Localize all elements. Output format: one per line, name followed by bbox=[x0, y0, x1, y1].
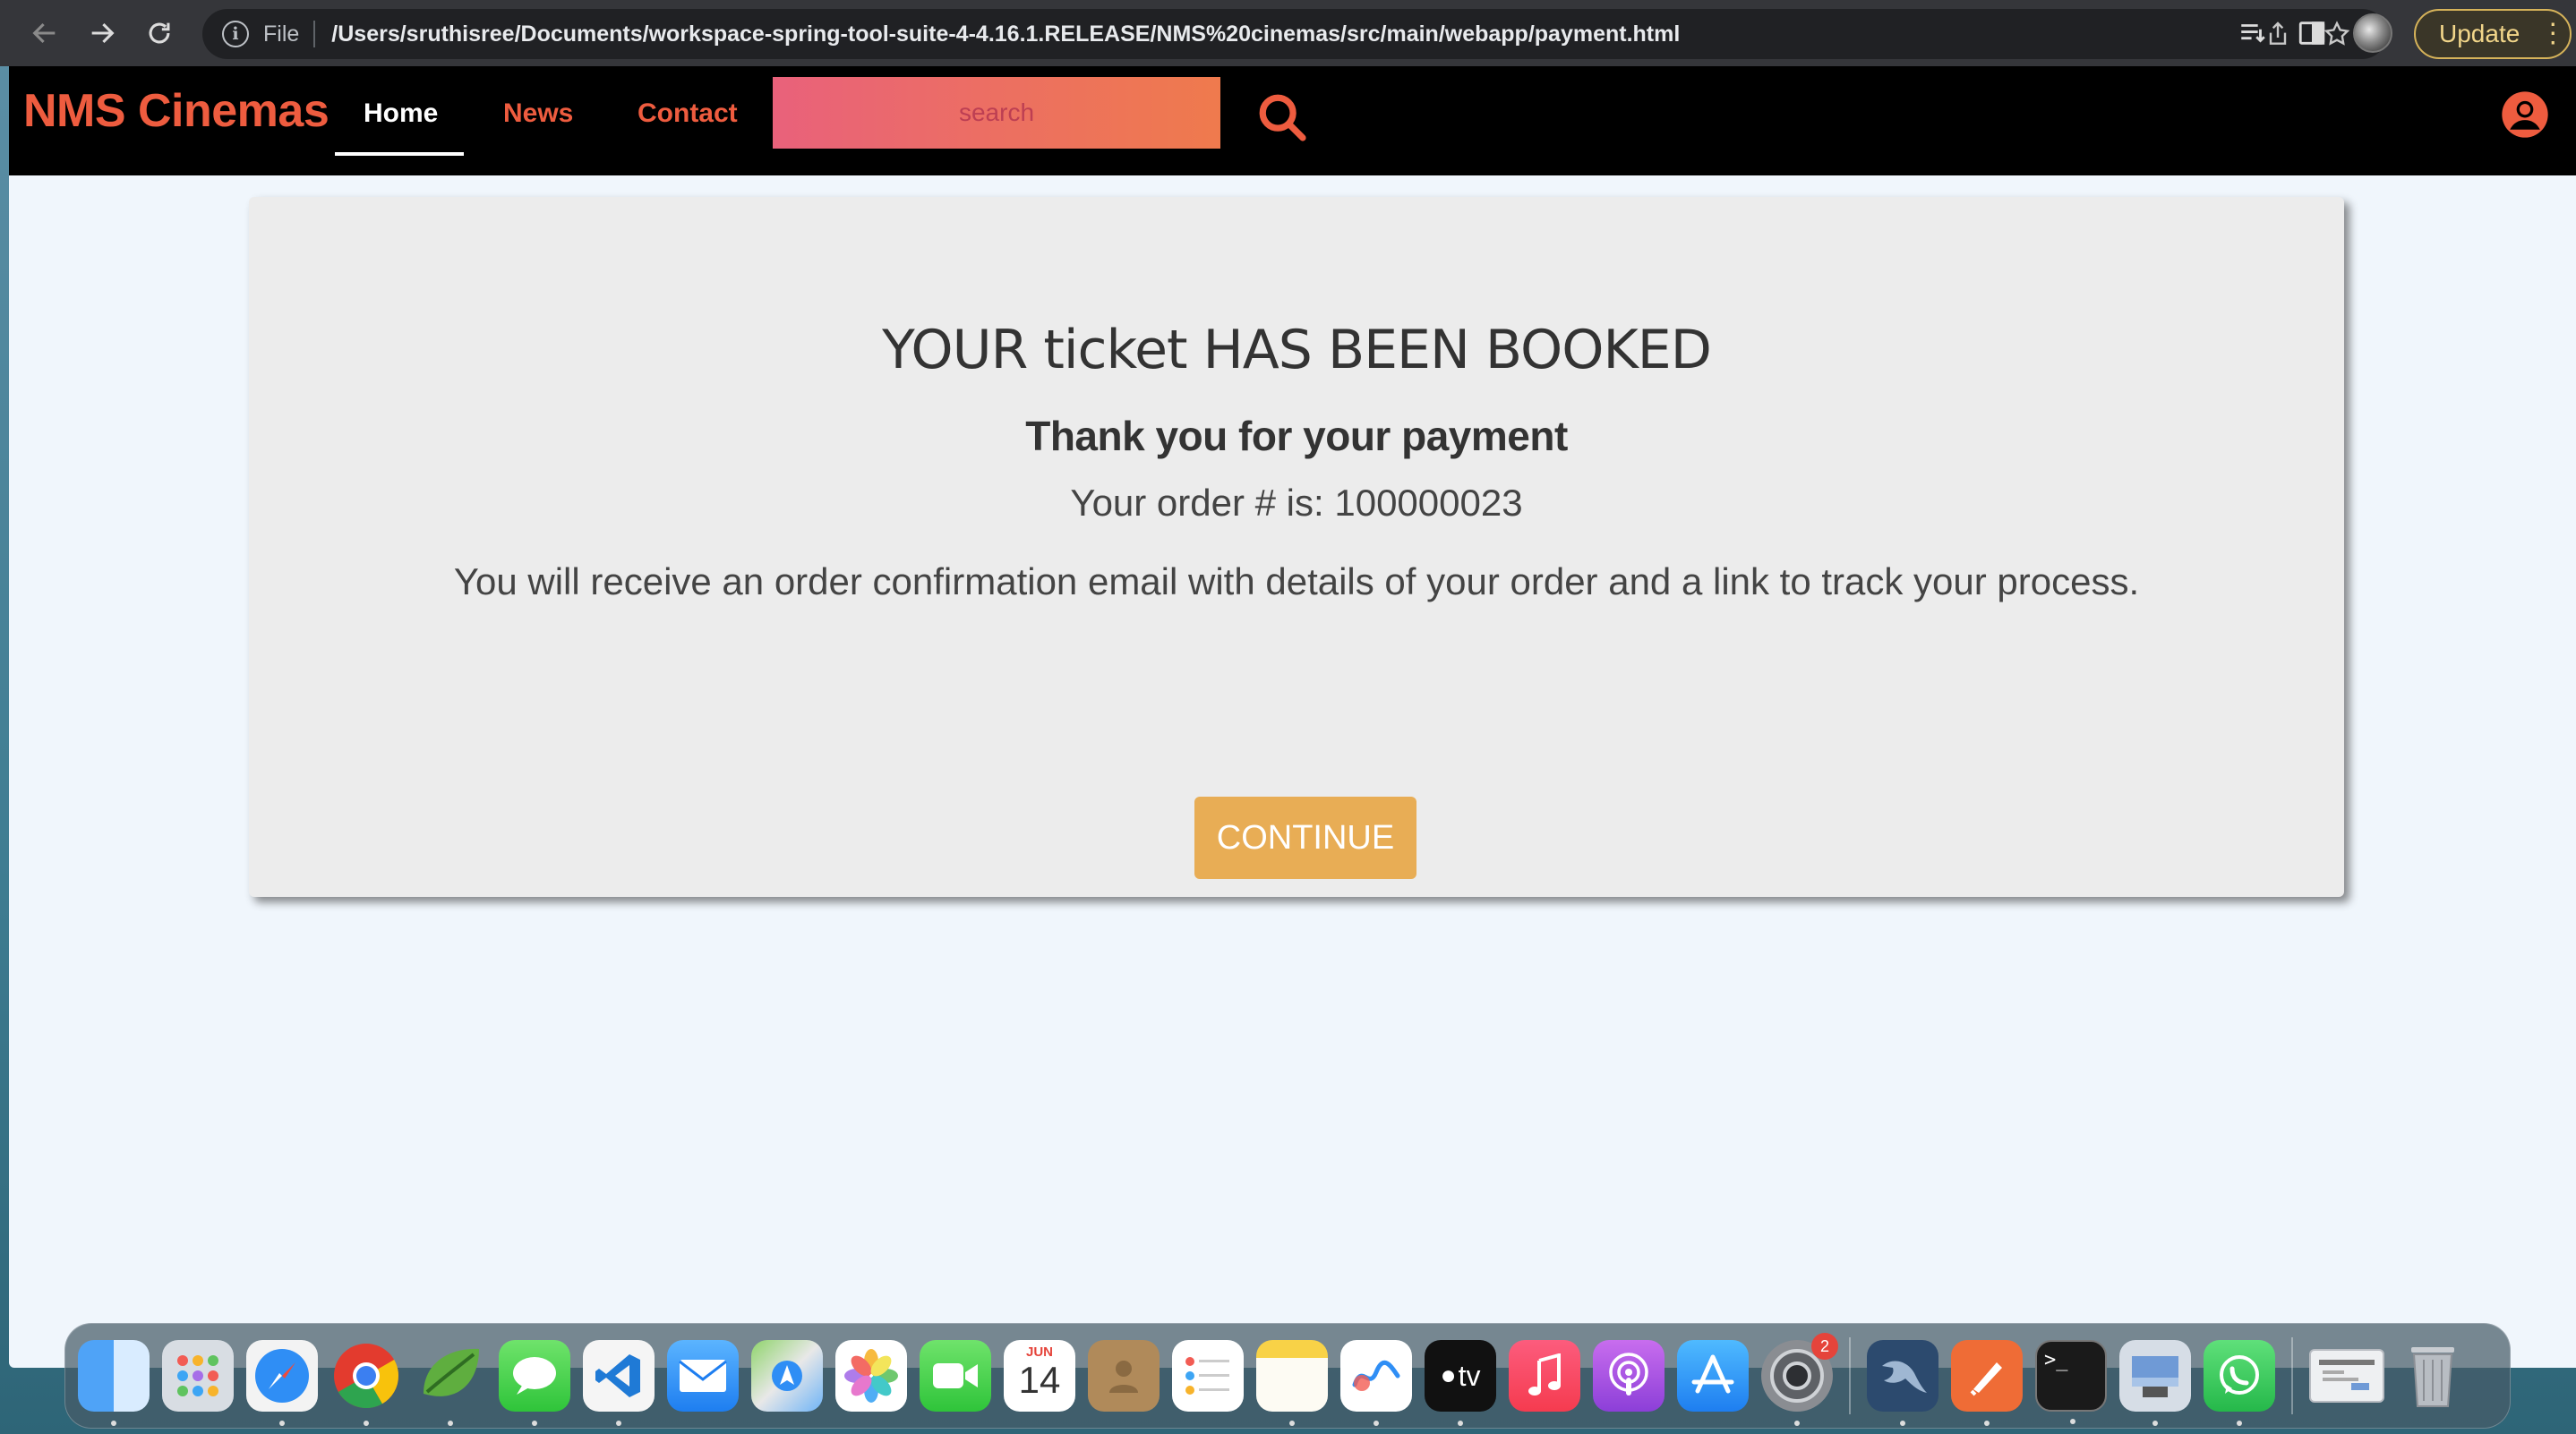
reload-icon bbox=[149, 22, 170, 44]
nav-link-news[interactable]: News bbox=[503, 98, 573, 129]
reading-list-icon[interactable] bbox=[2235, 15, 2271, 51]
site-navbar: NMS Cinemas Home News Contact bbox=[9, 66, 2576, 175]
messages-icon[interactable] bbox=[499, 1340, 570, 1426]
arrow-right-icon bbox=[91, 22, 115, 44]
photos-icon[interactable] bbox=[835, 1340, 907, 1412]
mail-icon[interactable] bbox=[667, 1340, 739, 1412]
prompt-glyph-icon: >_ bbox=[2044, 1349, 2068, 1371]
url-text[interactable]: /Users/sruthisree/Documents/workspace-sp… bbox=[331, 21, 1680, 47]
order-number: Your order # is: 100000023 bbox=[1070, 482, 1523, 524]
nav-link-home[interactable]: Home bbox=[364, 98, 438, 129]
reminders-icon[interactable] bbox=[1172, 1340, 1244, 1412]
preview-icon[interactable] bbox=[2119, 1340, 2191, 1426]
app-store-icon[interactable] bbox=[1677, 1340, 1749, 1412]
launchpad-icon[interactable] bbox=[162, 1340, 234, 1412]
safari-icon[interactable] bbox=[246, 1340, 318, 1426]
facetime-icon[interactable] bbox=[920, 1340, 991, 1412]
postman-icon[interactable] bbox=[1951, 1340, 2023, 1426]
calendar-icon[interactable]: JUN 14 bbox=[1004, 1340, 1075, 1412]
spring-tool-suite-icon[interactable] bbox=[415, 1340, 486, 1426]
dock-divider bbox=[1849, 1337, 1851, 1414]
update-button[interactable]: Update ⋮ bbox=[2414, 9, 2572, 59]
forward-button[interactable] bbox=[75, 6, 129, 60]
confirmation-title: YOUR ticket HAS BEEN BOOKED bbox=[882, 319, 1712, 381]
toolbar-extensions bbox=[2235, 7, 2392, 59]
screenshot-thumbnail-icon[interactable] bbox=[2309, 1349, 2384, 1403]
tv-label: tv bbox=[1458, 1359, 1481, 1392]
brand-logo[interactable]: NMS Cinemas bbox=[23, 84, 329, 138]
reload-button[interactable] bbox=[133, 6, 186, 60]
browser-toolbar: i File /Users/sruthisree/Documents/works… bbox=[0, 0, 2576, 66]
page-viewport: NMS Cinemas Home News Contact YOUR ticke… bbox=[9, 66, 2576, 1368]
more-menu-icon[interactable]: ⋮ bbox=[2539, 21, 2566, 47]
settings-badge: 2 bbox=[1811, 1333, 1838, 1360]
address-bar[interactable]: i File /Users/sruthisree/Documents/works… bbox=[202, 9, 2387, 59]
arrow-left-icon bbox=[32, 22, 56, 44]
system-settings-icon[interactable]: 2 bbox=[1761, 1333, 1838, 1426]
side-panel-icon[interactable] bbox=[2294, 15, 2330, 51]
active-nav-indicator bbox=[335, 152, 464, 156]
continue-button[interactable]: CONTINUE bbox=[1194, 797, 1416, 879]
omnibox-divider bbox=[313, 21, 316, 47]
mysql-workbench-icon[interactable] bbox=[1867, 1340, 1938, 1426]
terminal-icon[interactable]: >_ bbox=[2035, 1340, 2107, 1424]
freeform-icon[interactable] bbox=[1340, 1340, 1412, 1426]
apple-tv-icon[interactable]: ● tv bbox=[1425, 1340, 1496, 1426]
vscode-icon[interactable] bbox=[583, 1340, 655, 1426]
scheme-label: File bbox=[263, 21, 300, 47]
thank-you-subtitle: Thank you for your payment bbox=[1025, 413, 1568, 459]
contacts-icon[interactable] bbox=[1088, 1340, 1160, 1412]
maps-icon[interactable] bbox=[751, 1340, 823, 1412]
trash-icon[interactable] bbox=[2397, 1340, 2469, 1412]
confirmation-note: You will receive an order confirmation e… bbox=[453, 560, 2140, 602]
podcasts-icon[interactable] bbox=[1593, 1340, 1665, 1412]
update-label: Update bbox=[2439, 20, 2520, 47]
search-icon[interactable] bbox=[1256, 91, 1308, 143]
whatsapp-icon[interactable] bbox=[2204, 1340, 2275, 1426]
confirmation-card: YOUR ticket HAS BEEN BOOKED Thank you fo… bbox=[249, 197, 2344, 897]
chrome-icon[interactable] bbox=[330, 1340, 402, 1426]
nav-link-contact[interactable]: Contact bbox=[638, 98, 738, 129]
dock-divider bbox=[2291, 1337, 2293, 1414]
music-icon[interactable] bbox=[1509, 1340, 1580, 1412]
finder-icon[interactable] bbox=[78, 1340, 150, 1426]
search-input[interactable] bbox=[773, 77, 1220, 149]
back-button[interactable] bbox=[18, 6, 72, 60]
macos-dock: JUN 14 ● tv 2 >_ bbox=[64, 1323, 2511, 1429]
apple-logo-icon: ● bbox=[1440, 1361, 1457, 1390]
info-icon[interactable]: i bbox=[222, 21, 249, 47]
calendar-month: JUN bbox=[1025, 1344, 1053, 1360]
calendar-day: 14 bbox=[1018, 1359, 1061, 1401]
notes-icon[interactable] bbox=[1256, 1340, 1328, 1426]
profile-avatar[interactable] bbox=[2353, 13, 2392, 53]
user-account-icon[interactable] bbox=[2500, 90, 2550, 140]
